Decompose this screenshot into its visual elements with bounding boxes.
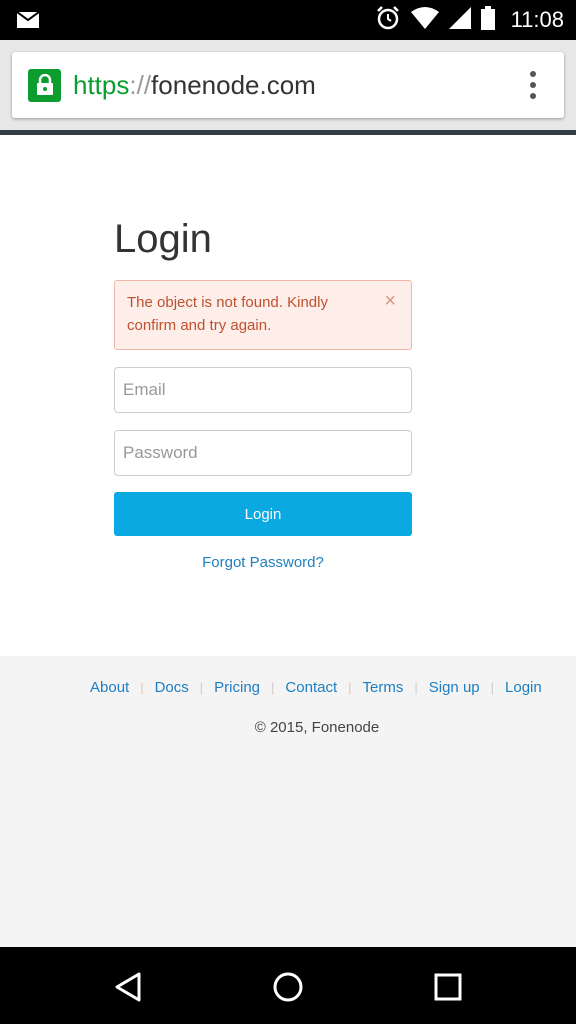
footer-separator: | — [271, 680, 275, 695]
login-panel: Login The object is not found. Kindly co… — [0, 135, 576, 656]
url-scheme: https — [73, 69, 130, 100]
back-icon[interactable] — [108, 967, 148, 1007]
page-title: Login — [114, 217, 212, 261]
address-bar[interactable]: https://fonenode.com — [12, 52, 564, 118]
alert-message: The object is not found. Kindly confirm … — [127, 294, 328, 334]
footer-link-about[interactable]: About — [90, 679, 129, 696]
footer-separator: | — [348, 680, 352, 695]
footer-separator: | — [490, 680, 495, 695]
footer-link-signup[interactable]: Sign up — [429, 679, 480, 696]
signal-icon — [448, 6, 471, 34]
alarm-icon — [375, 5, 401, 36]
footer-link-docs[interactable]: Docs — [155, 679, 189, 696]
error-alert: The object is not found. Kindly confirm … — [114, 280, 412, 350]
forgot-password-link[interactable]: Forgot Password? — [114, 554, 412, 571]
status-time: 11:08 — [510, 7, 564, 32]
recents-icon[interactable] — [428, 967, 468, 1007]
password-field[interactable] — [114, 430, 412, 476]
footer-nav: About | Docs | Pricing | Contact | Terms… — [90, 679, 542, 696]
email-field[interactable] — [114, 367, 412, 413]
status-bar: 11:08 — [0, 0, 576, 40]
login-button[interactable]: Login — [114, 492, 412, 536]
footer-separator: | — [199, 680, 204, 695]
footer-separator: | — [414, 680, 418, 695]
battery-icon — [480, 5, 495, 35]
mail-icon — [16, 11, 40, 33]
browser-toolbar: https://fonenode.com — [0, 40, 576, 130]
footer-link-pricing[interactable]: Pricing — [214, 679, 260, 696]
system-navigation-bar — [0, 947, 576, 1024]
close-icon[interactable]: × — [384, 291, 396, 311]
footer-link-contact[interactable]: Contact — [285, 679, 337, 696]
home-icon[interactable] — [268, 967, 308, 1007]
wifi-icon — [410, 6, 439, 34]
footer-link-terms[interactable]: Terms — [363, 679, 404, 696]
lock-icon[interactable] — [28, 68, 61, 102]
copyright-text: © 2015, Fonenode — [254, 719, 380, 736]
overflow-menu-icon[interactable] — [530, 71, 538, 99]
url-host: fonenode.com — [151, 69, 316, 100]
footer: About | Docs | Pricing | Contact | Terms… — [0, 656, 576, 947]
url-separator: :// — [129, 69, 152, 100]
footer-separator: | — [140, 680, 144, 695]
footer-link-login[interactable]: Login — [505, 679, 542, 696]
url-text[interactable]: https://fonenode.com — [73, 70, 316, 101]
